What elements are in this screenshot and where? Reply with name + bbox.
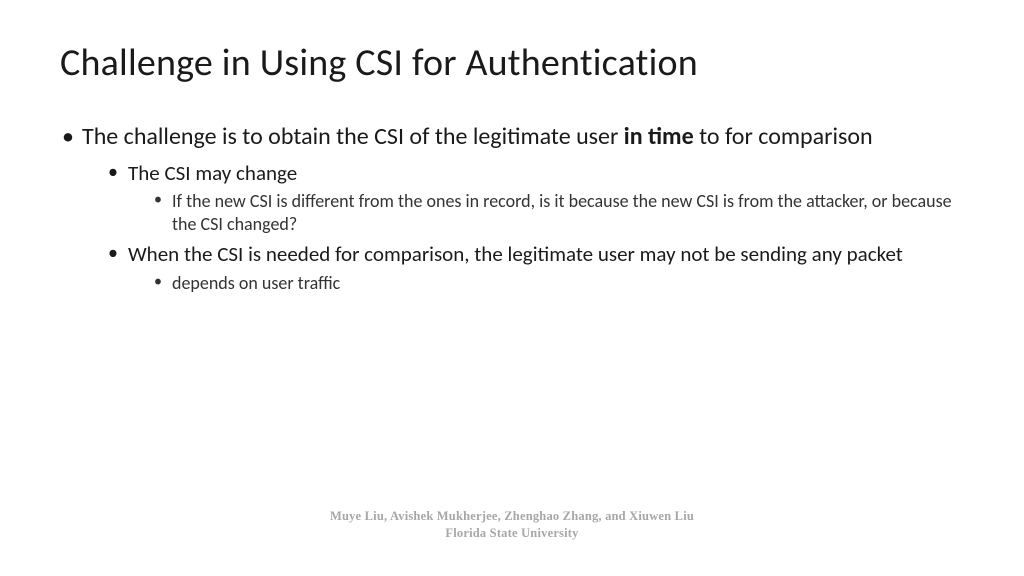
bullet-l2-csi-change: The CSI may change If the new CSI is dif… <box>108 160 964 235</box>
footer-affiliation: Florida State University <box>0 525 1024 542</box>
bullet-l1-challenge: The challenge is to obtain the CSI of th… <box>60 122 964 294</box>
text-fragment: to for comparison <box>694 122 873 151</box>
bullet-l3-attacker-or-change: If the new CSI is different from the one… <box>154 190 964 235</box>
bullet-l2-no-packet: When the CSI is needed for comparison, t… <box>108 241 964 294</box>
text-fragment: The CSI may change <box>128 160 297 186</box>
bullet-list: The challenge is to obtain the CSI of th… <box>60 122 964 294</box>
slide-footer: Muye Liu, Avishek Mukherjee, Zhenghao Zh… <box>0 508 1024 542</box>
bullet-l3-depends-traffic: depends on user traffic <box>154 272 964 295</box>
bullet-list-lvl3: If the new CSI is different from the one… <box>154 190 964 235</box>
bullet-list-lvl2: The CSI may change If the new CSI is dif… <box>108 160 964 294</box>
slide-title: Challenge in Using CSI for Authenticatio… <box>60 40 964 86</box>
text-fragment-bold: in time <box>624 122 694 151</box>
bullet-list-lvl3: depends on user traffic <box>154 272 964 295</box>
text-fragment: depends on user traffic <box>172 272 340 294</box>
text-fragment: The challenge is to obtain the CSI of th… <box>82 122 624 151</box>
footer-authors: Muye Liu, Avishek Mukherjee, Zhenghao Zh… <box>0 508 1024 525</box>
text-fragment: When the CSI is needed for comparison, t… <box>128 241 903 267</box>
text-fragment: If the new CSI is different from the one… <box>172 190 952 235</box>
slide: Challenge in Using CSI for Authenticatio… <box>0 0 1024 576</box>
